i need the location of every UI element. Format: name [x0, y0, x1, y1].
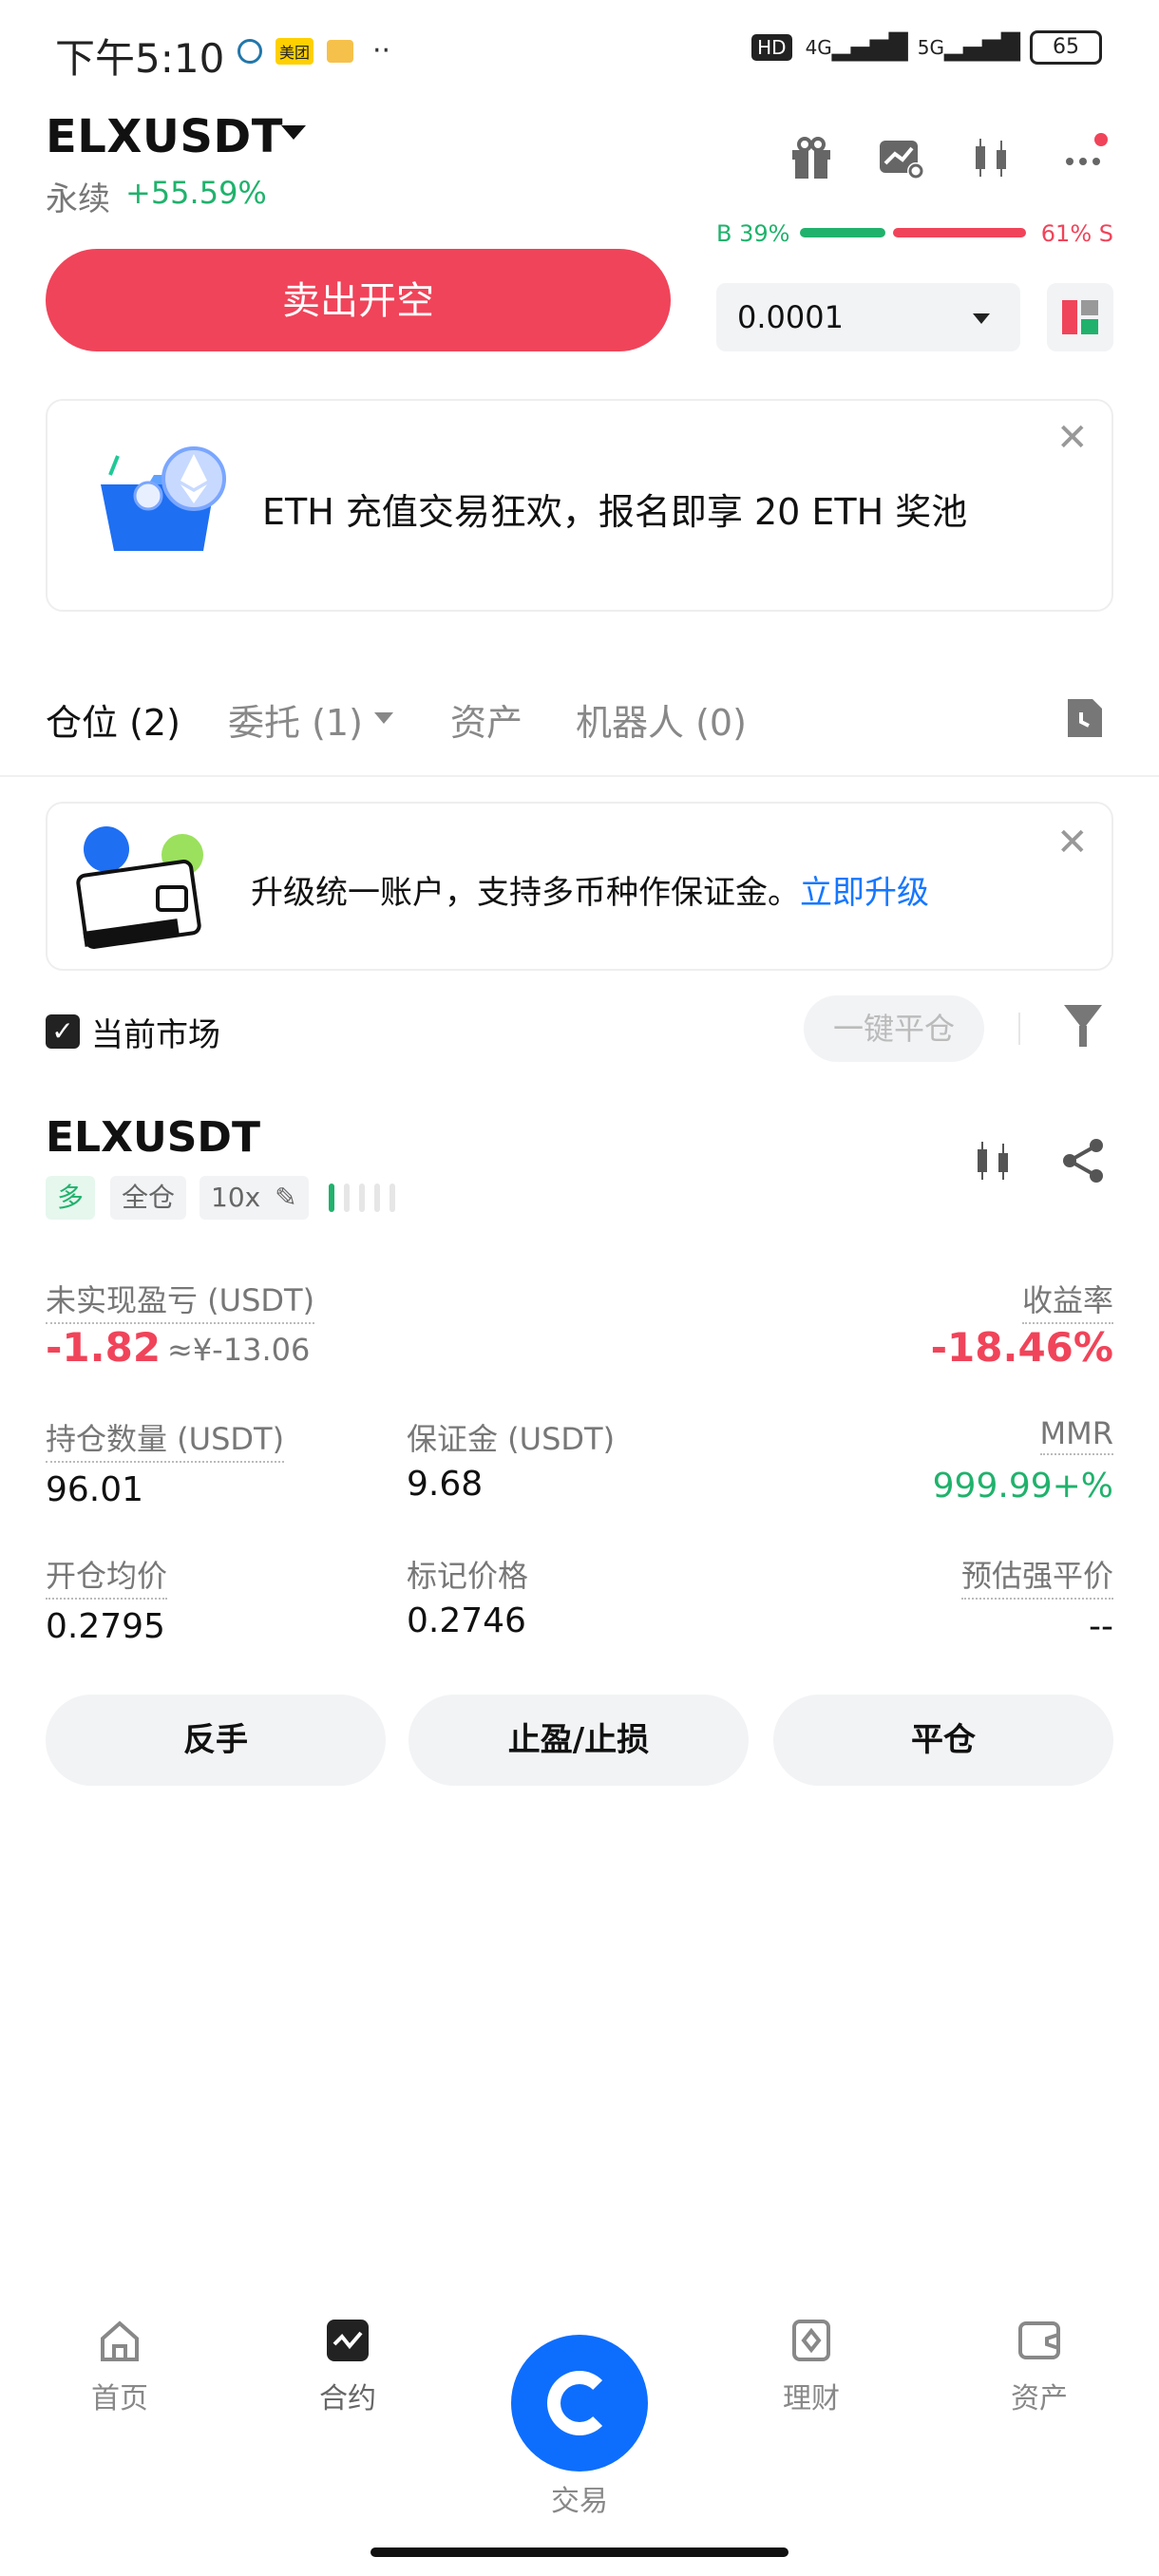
divider: [1018, 1013, 1020, 1045]
signal-icon: ▂▄▆█: [944, 33, 1020, 62]
wallet-illustration: [72, 821, 215, 957]
upgrade-text: 升级统一账户，支持多币种作保证金。立即升级: [251, 866, 929, 913]
leverage-level-bars: [329, 1184, 405, 1216]
tag-cross: 全仓: [110, 1176, 187, 1220]
status-time: 下午5:10: [55, 35, 225, 82]
position-size-value: 96.01: [46, 1470, 144, 1509]
battery-icon: 65: [1030, 30, 1102, 65]
trade-button[interactable]: [511, 2335, 648, 2472]
share-icon[interactable]: [1058, 1136, 1108, 1189]
tp-sl-button[interactable]: 止盈/止损: [408, 1695, 749, 1786]
promo-text: ETH 充值交易狂欢，报名即享 20 ETH 奖池: [262, 491, 968, 533]
leverage-level-bar: [359, 1184, 365, 1212]
sell-ratio-bar: [893, 228, 1026, 237]
roe-label[interactable]: 收益率: [1021, 1277, 1113, 1324]
network-5g-label: 5G: [917, 36, 945, 59]
mark-price-label: 标记价格: [407, 1558, 529, 1594]
symbol-selector[interactable]: ELXUSDT: [46, 110, 283, 163]
status-right: HD 4G ▂▄▆█ 5G ▂▄▆█ 65: [751, 30, 1102, 65]
unrealized-pnl-fiat: ≈¥-13.06: [167, 1332, 311, 1368]
tab-positions[interactable]: 仓位 (2): [46, 693, 180, 746]
nav-assets-label: 资产: [1011, 2382, 1068, 2415]
entry-price-value: 0.2795: [46, 1607, 165, 1646]
gift-icon[interactable]: [785, 133, 838, 186]
reverse-button[interactable]: 反手: [46, 1695, 386, 1786]
eth-promo-illustration: [91, 437, 243, 574]
more-dots-icon: ··: [372, 34, 391, 67]
home-icon: [97, 2318, 142, 2363]
home-indicator[interactable]: [370, 2548, 788, 2557]
contract-icon: [325, 2318, 370, 2363]
wallet-icon: [1016, 2318, 1062, 2363]
leverage-level-bar: [329, 1184, 334, 1212]
nav-home[interactable]: 首页: [4, 2318, 236, 2416]
network-4g-label: 4G: [805, 36, 832, 59]
meituan-badge: 美团: [276, 37, 314, 65]
upgrade-message: 升级统一账户，支持多币种作保证金。: [251, 874, 800, 912]
history-icon[interactable]: [1064, 695, 1106, 745]
tab-assets[interactable]: 资产: [450, 693, 522, 746]
leverage-value: 10x: [211, 1182, 261, 1213]
leverage-level-bar: [344, 1184, 350, 1212]
edit-icon: ✎: [275, 1182, 297, 1213]
sell-open-short-button[interactable]: 卖出开空: [46, 249, 671, 351]
position-symbol[interactable]: ELXUSDT: [46, 1113, 260, 1162]
layout-icon: [1062, 300, 1098, 334]
margin-value: 9.68: [407, 1465, 484, 1504]
price-change: +55.59%: [125, 175, 267, 211]
unrealized-pnl-label[interactable]: 未实现盈亏 (USDT): [46, 1277, 315, 1324]
tab-bots[interactable]: 机器人 (0): [576, 693, 747, 746]
liquidation-price-label[interactable]: 预估强平价: [960, 1552, 1113, 1600]
leverage-level-bar: [374, 1184, 380, 1212]
close-icon[interactable]: ✕: [1056, 416, 1089, 460]
signal-icon: ▂▄▆█: [831, 33, 908, 62]
message-icon: [327, 39, 354, 63]
upgrade-now-link[interactable]: 立即升级: [800, 874, 929, 912]
nav-home-label: 首页: [91, 2382, 148, 2415]
candlestick-icon[interactable]: [965, 133, 1018, 186]
current-market-checkbox[interactable]: ✓: [46, 1014, 80, 1049]
tab-orders[interactable]: 委托 (1): [228, 693, 363, 746]
nav-trade-label[interactable]: 交易: [511, 2477, 648, 2519]
nav-earn[interactable]: 理财: [695, 2318, 927, 2416]
margin-label: 保证金 (USDT): [407, 1421, 616, 1457]
buy-ratio: B 39%: [716, 220, 790, 247]
liquidation-price-value: --: [1089, 1607, 1113, 1646]
candlestick-icon[interactable]: [969, 1136, 1018, 1189]
chart-alert-icon[interactable]: [874, 133, 927, 186]
leverage-tag[interactable]: 10x ✎: [200, 1176, 309, 1220]
status-app-icons: 美团 ··: [238, 34, 390, 67]
tab-divider: [0, 775, 1159, 777]
mark-price-value: 0.2746: [407, 1601, 526, 1640]
unrealized-pnl-value: -1.82: [46, 1324, 162, 1371]
filter-icon-stem[interactable]: [1079, 1026, 1087, 1047]
app-notification-icon: [238, 38, 262, 64]
notification-dot: [1094, 133, 1108, 146]
mmr-label[interactable]: MMR: [1039, 1415, 1113, 1455]
earn-icon: [788, 2318, 834, 2363]
chevron-down-icon[interactable]: [281, 125, 306, 140]
current-market-label[interactable]: 当前市场: [91, 1009, 220, 1055]
chevron-down-icon[interactable]: [973, 313, 990, 324]
leverage-level-bar: [390, 1184, 395, 1212]
tag-long: 多: [46, 1176, 96, 1220]
buy-ratio-bar: [800, 228, 885, 237]
position-size-label[interactable]: 持仓数量 (USDT): [46, 1415, 285, 1463]
entry-price-label[interactable]: 开仓均价: [46, 1552, 168, 1600]
roe-value: -18.46%: [930, 1324, 1113, 1371]
nav-earn-label: 理财: [783, 2382, 840, 2415]
market-type: 永续: [46, 180, 110, 218]
close-icon[interactable]: ✕: [1056, 821, 1089, 864]
sell-ratio: 61% S: [1040, 220, 1113, 247]
close-all-button[interactable]: 一键平仓: [804, 995, 984, 1062]
mmr-value: 999.99+%: [932, 1467, 1113, 1506]
nav-assets[interactable]: 资产: [923, 2318, 1155, 2416]
trade-icon: [547, 2371, 612, 2435]
close-position-button[interactable]: 平仓: [773, 1695, 1113, 1786]
hd-icon: HD: [751, 34, 792, 61]
chevron-down-icon[interactable]: [374, 712, 393, 724]
nav-contracts-label: 合约: [319, 2382, 376, 2415]
layout-toggle-button[interactable]: [1047, 283, 1113, 351]
nav-contracts[interactable]: 合约: [232, 2318, 464, 2416]
